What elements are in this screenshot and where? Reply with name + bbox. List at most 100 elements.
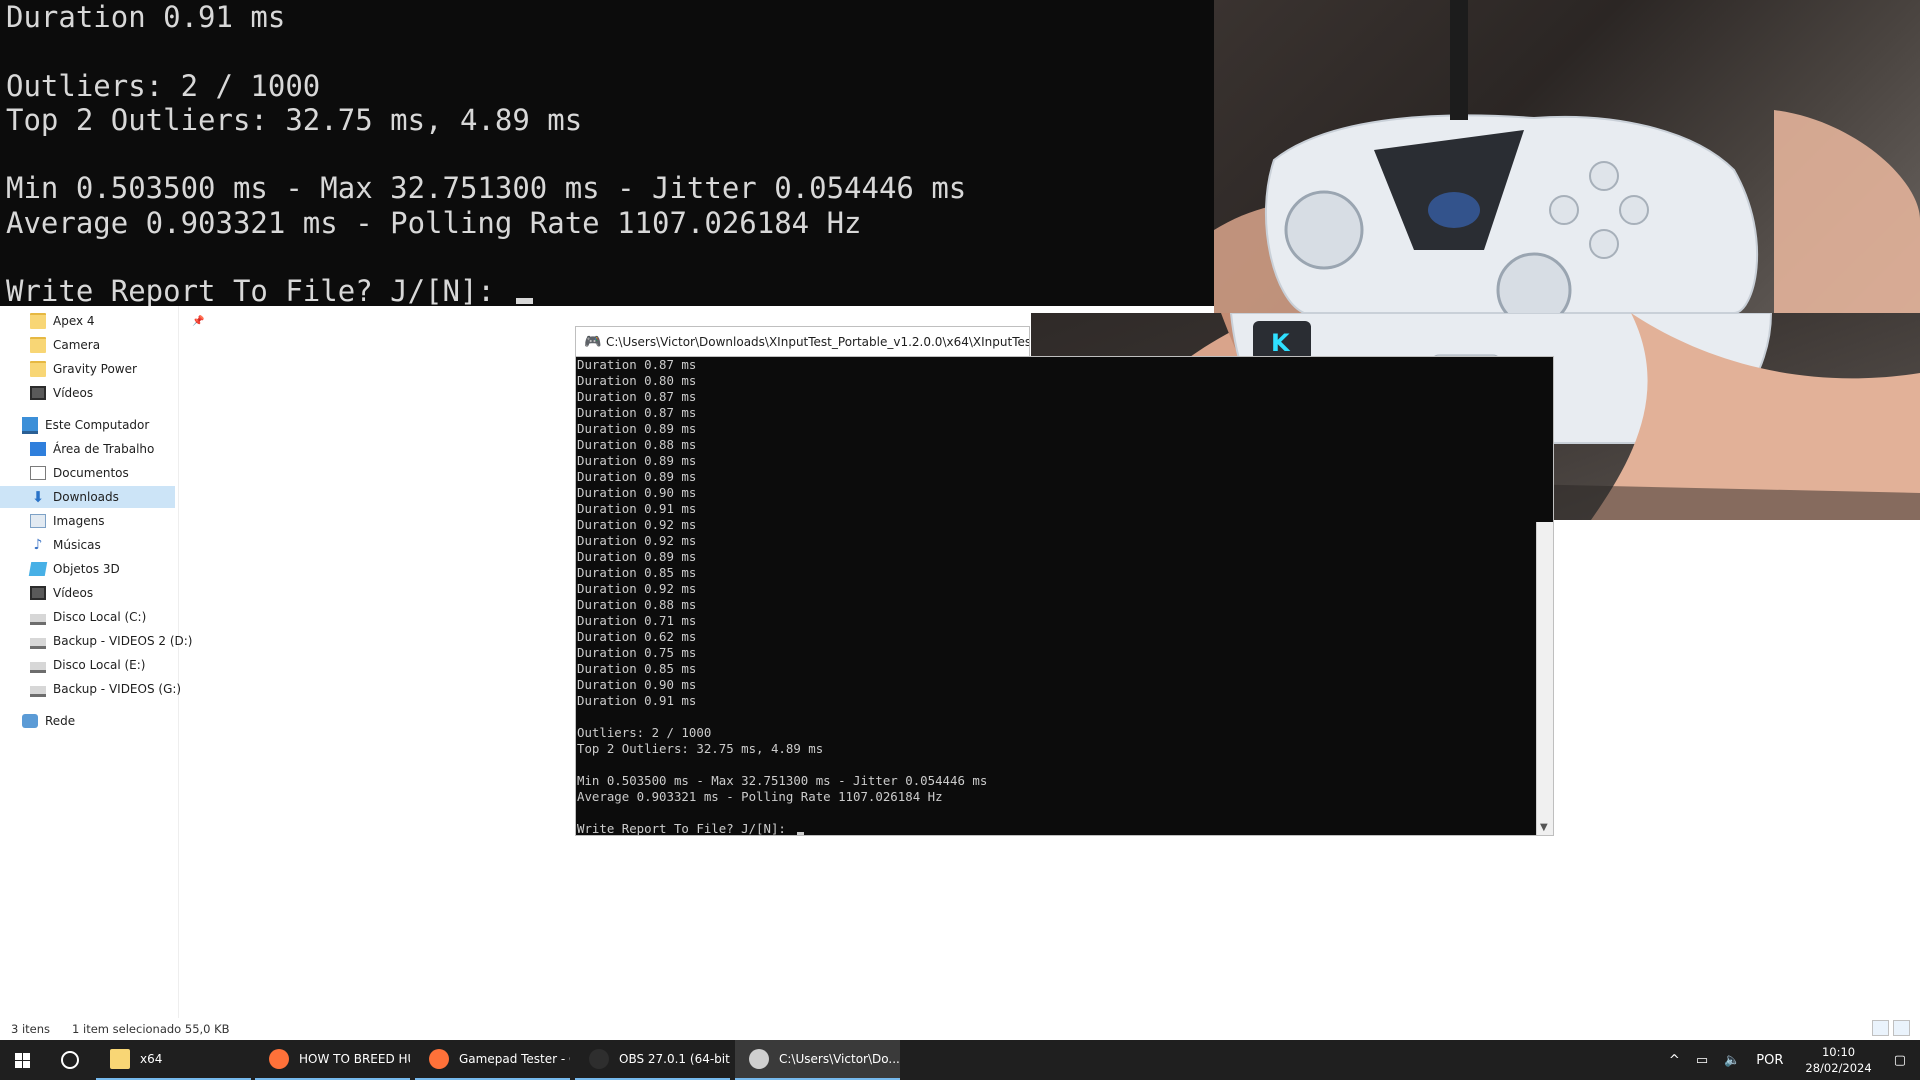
nav-item-label: Vídeos [53,586,94,600]
nav-item[interactable]: Disco Local (E:) [30,654,145,676]
nav-item-label: Disco Local (E:) [53,658,146,672]
svg-text:K: K [1271,329,1291,357]
videos-icon [30,386,46,400]
pictures-icon [30,514,46,528]
nav-item[interactable]: Disco Local (C:) [30,606,146,628]
nav-item[interactable]: Área de Trabalho [30,438,154,460]
gamepad-icon: 🎮 [584,333,602,350]
clock[interactable]: 10:10 28/02/2024 [1805,1044,1871,1076]
explorer-navigation-pane: Apex 4 📌 Camera Gravity Power Vídeos Este Com… [0,306,204,1026]
nav-item[interactable]: ♪ Músicas [30,534,101,556]
system-tray: ^ ▭ 🔈 POR 10:10 28/02/2024 ▢ [1661,1040,1920,1080]
webcam-overlay [1214,0,1920,313]
nav-item-label: Camera [53,338,101,352]
console-line: Duration 0.87 ms [577,389,697,404]
taskbar-app-label: x64 [140,1052,163,1066]
console-line: Duration 0.92 ms [577,533,697,548]
console-line: Duration 0.87 ms [577,357,697,372]
console-title-bar[interactable]: 🎮 C:\Users\Victor\Downloads\XInputTest_P… [575,326,1030,356]
taskbar: ^ ▭ 🔈 POR 10:10 28/02/2024 ▢ x64 HOW TO B… [0,1040,1920,1080]
nav-item-label: Documentos [53,466,129,480]
pin-icon: 📌 [192,315,205,327]
large-icons-view-button[interactable] [1893,1020,1910,1036]
nav-item-label: Rede [45,714,76,728]
folder-icon [110,1049,130,1069]
taskbar-app-button[interactable]: x64 [96,1040,251,1080]
notifications-icon[interactable]: ▢ [1894,1053,1906,1068]
nav-item[interactable]: Vídeos [30,382,93,404]
nav-item[interactable]: Documentos [30,462,129,484]
nav-item[interactable]: Gravity Power [30,358,137,380]
nav-item[interactable]: Backup - VIDEOS 2 (D:) [30,630,193,652]
console-line: Duration 0.75 ms [577,645,697,660]
zoom-console-line [6,240,1214,274]
nav-item[interactable]: Este Computador [22,414,149,436]
text-cursor [516,298,534,305]
network-icon [22,714,38,728]
nav-item-label: Músicas [53,538,101,552]
nav-item[interactable]: Rede [22,710,75,732]
items-count: 3 itens [11,1022,51,1036]
nav-item-label: Disco Local (C:) [53,610,147,624]
console-line: Duration 0.89 ms [577,469,697,484]
nav-item[interactable]: Imagens [30,510,104,532]
search-icon [61,1051,79,1069]
language-indicator[interactable]: POR [1756,1053,1783,1068]
selection-info: 1 item selecionado 55,0 KB [72,1022,230,1036]
nav-item[interactable]: ⬇ Downloads [0,486,175,508]
volume-icon[interactable]: 🔈 [1724,1053,1740,1068]
console-line: Average 0.903321 ms - Polling Rate 1107.… [577,789,943,804]
taskbar-app-label: OBS 27.0.1 (64-bit, ... [619,1052,730,1066]
drive-icon [30,613,46,625]
folder-icon [30,337,46,353]
drive-icon [30,661,46,673]
taskbar-app-label: HOW TO BREED HU... [299,1052,410,1066]
console-line: Duration 0.85 ms [577,565,697,580]
nav-item[interactable]: Apex 4 📌 [30,310,204,332]
nav-item-label: Backup - VIDEOS 2 (D:) [53,634,193,648]
zoom-console-line: Top 2 Outliers: 32.75 ms, 4.89 ms [6,102,583,137]
console-line: Duration 0.89 ms [577,453,697,468]
console-line: Duration 0.92 ms [577,581,697,596]
console-line: Duration 0.91 ms [577,501,697,516]
clock-date: 28/02/2024 [1805,1061,1872,1075]
obs-icon [589,1049,609,1069]
nav-item-label: Objetos 3D [53,562,120,576]
nav-item-label: Downloads [53,490,119,504]
text-cursor [797,832,805,835]
console-line: Duration 0.88 ms [577,597,697,612]
taskbar-app-button[interactable]: Gamepad Tester - C... [415,1040,570,1080]
console-line: Duration 0.89 ms [577,421,697,436]
nav-item-label: Imagens [53,514,105,528]
nav-item[interactable]: Camera [30,334,100,356]
zoom-console-line: Average 0.903321 ms - Polling Rate 1107.… [6,205,862,240]
nav-item-label: Vídeos [53,386,94,400]
chevron-down-icon[interactable]: ▼ [1540,822,1548,833]
drive-icon [30,685,46,697]
nav-item[interactable]: Backup - VIDEOS (G:) [30,678,181,700]
folder-icon [30,313,46,329]
taskbar-app-button[interactable]: HOW TO BREED HU... [255,1040,410,1080]
console-line: Top 2 Outliers: 32.75 ms, 4.89 ms [577,741,824,756]
taskbar-app-button[interactable]: OBS 27.0.1 (64-bit, ... [575,1040,730,1080]
chevron-up-icon[interactable]: ^ [1669,1053,1680,1068]
search-button[interactable] [48,1040,92,1080]
console-output[interactable]: Duration 0.87 ms Duration 0.80 ms Duration… [575,356,1554,836]
documents-icon [30,466,46,480]
network-icon[interactable]: ▭ [1696,1053,1708,1068]
nav-item-label: Gravity Power [53,362,137,376]
nav-item-label: Área de Trabalho [53,442,155,456]
nav-item[interactable]: Vídeos [30,582,93,604]
start-button[interactable] [0,1040,44,1080]
console-scrollbar[interactable]: ▼ [1536,522,1553,835]
folder-icon [30,361,46,377]
firefox-icon [269,1049,289,1069]
taskbar-app-button[interactable]: C:\Users\Victor\Do... [735,1040,900,1080]
3d-objects-icon [28,562,48,576]
console-line: Duration 0.62 ms [577,629,697,644]
details-view-button[interactable] [1872,1020,1889,1036]
nav-item[interactable]: Objetos 3D [28,558,120,580]
drive-icon [30,637,46,649]
